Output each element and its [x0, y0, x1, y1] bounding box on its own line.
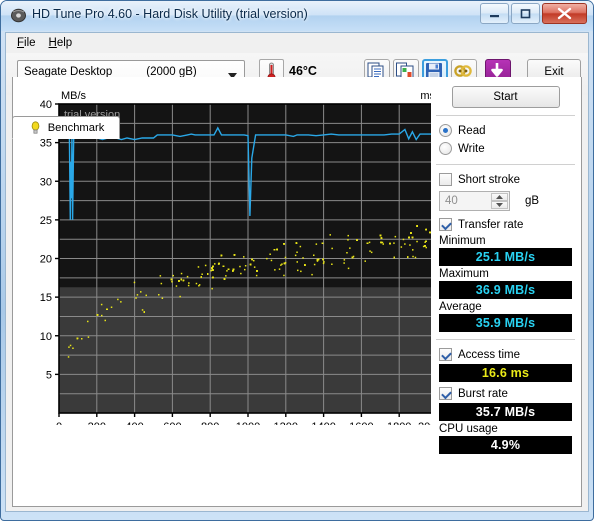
window-title: HD Tune Pro 4.60 - Hard Disk Utility (tr…	[32, 7, 308, 21]
close-button[interactable]	[542, 3, 587, 24]
svg-text:0: 0	[56, 421, 62, 425]
menu-file-rest: ile	[24, 36, 36, 49]
svg-text:15: 15	[40, 292, 52, 304]
menu-file[interactable]: File	[13, 35, 45, 51]
burst-rate-label: Burst rate	[458, 387, 508, 400]
svg-text:600: 600	[163, 421, 181, 425]
app-disk-icon	[10, 7, 27, 24]
radio-read-indicator	[439, 124, 452, 137]
svg-text:200: 200	[88, 421, 106, 425]
divider-3	[436, 339, 575, 340]
start-button[interactable]: Start	[451, 86, 560, 108]
access-time-label: Access time	[458, 348, 520, 361]
svg-text:1400: 1400	[311, 421, 335, 425]
minimum-value-box: 25.1 MB/s	[439, 248, 572, 266]
average-value-box: 35.9 MB/s	[439, 314, 572, 332]
drive-size-label: (2000 gB)	[146, 65, 197, 78]
short-stroke-size-row: 40 gB	[439, 191, 578, 211]
svg-text:2000gB: 2000gB	[418, 421, 431, 425]
menu-bar: File Help	[6, 33, 588, 53]
minimize-button[interactable]	[480, 3, 509, 24]
title-bar: HD Tune Pro 4.60 - Hard Disk Utility (tr…	[1, 1, 593, 31]
radio-write-label: Write	[458, 142, 485, 155]
tab-label: Benchmark	[47, 121, 105, 134]
svg-text:ms: ms	[420, 90, 431, 102]
maximize-button[interactable]	[511, 3, 540, 24]
divider-2	[436, 164, 575, 165]
svg-text:800: 800	[201, 421, 219, 425]
svg-text:10: 10	[40, 331, 52, 343]
maximum-value-box: 36.9 MB/s	[439, 281, 572, 299]
access-time-checkbox-indicator	[439, 348, 452, 361]
maximum-label: Maximum	[439, 268, 489, 280]
checkbox-short-stroke[interactable]: Short stroke	[439, 171, 578, 188]
divider-1	[436, 115, 575, 116]
svg-text:MB/s: MB/s	[61, 90, 87, 102]
temperature-value: 46°C	[289, 64, 317, 78]
svg-text:20: 20	[40, 254, 52, 266]
svg-text:5: 5	[46, 369, 52, 381]
menu-help-rest: elp	[56, 36, 73, 49]
svg-text:1000: 1000	[236, 421, 260, 425]
checkbox-burst-rate[interactable]: Burst rate	[439, 385, 578, 402]
bulb-icon	[28, 120, 43, 135]
svg-text:25: 25	[40, 215, 52, 227]
burst-rate-value-box: 35.7 MB/s	[439, 403, 572, 421]
cpu-usage-value: 4.9%	[490, 438, 521, 452]
access-time-value-box: 16.6 ms	[439, 364, 572, 382]
burst-rate-value: 35.7 MB/s	[475, 405, 536, 419]
benchmark-panel: MB/s ms trial version 510152025303540 51…	[12, 77, 582, 507]
radio-read[interactable]: Read	[439, 122, 578, 139]
minimum-label: Minimum	[439, 235, 486, 247]
spinner-down-icon[interactable]	[491, 201, 508, 209]
client-area: File Help Seagate Desktop (2000 gB) 46°C…	[5, 32, 589, 512]
short-stroke-size-input[interactable]: 40	[439, 191, 510, 211]
checkbox-access-time[interactable]: Access time	[439, 346, 578, 363]
short-stroke-size-value: 40	[445, 195, 458, 207]
radio-write-indicator	[439, 142, 452, 155]
cpu-usage-value-box: 4.9%	[439, 436, 572, 454]
checkbox-transfer-rate[interactable]: Transfer rate	[439, 216, 578, 233]
svg-text:400: 400	[125, 421, 143, 425]
average-value: 35.9 MB/s	[475, 316, 536, 330]
transfer-rate-label: Transfer rate	[458, 218, 524, 231]
maximum-value: 36.9 MB/s	[475, 283, 536, 297]
drive-name-label: Seagate Desktop	[24, 65, 113, 78]
minimum-value: 25.1 MB/s	[475, 250, 536, 264]
svg-text:40: 40	[40, 99, 52, 111]
access-time-value: 16.6 ms	[481, 366, 530, 380]
svg-text:30: 30	[40, 176, 52, 188]
short-stroke-unit: gB	[525, 195, 540, 207]
svg-text:1800: 1800	[387, 421, 411, 425]
radio-write[interactable]: Write	[439, 140, 578, 157]
svg-text:35: 35	[40, 138, 52, 150]
benchmark-chart: MB/s ms trial version 510152025303540 51…	[13, 77, 431, 506]
short-stroke-checkbox-indicator	[439, 173, 452, 186]
start-label: Start	[493, 91, 518, 103]
average-label: Average	[439, 301, 482, 313]
menu-help[interactable]: Help	[45, 35, 82, 51]
spinner-arrows[interactable]	[491, 193, 508, 209]
svg-text:1600: 1600	[349, 421, 373, 425]
radio-read-label: Read	[458, 124, 486, 137]
transfer-rate-checkbox-indicator	[439, 218, 452, 231]
cpu-usage-label: CPU usage	[439, 423, 498, 435]
short-stroke-label: Short stroke	[458, 173, 520, 186]
burst-rate-checkbox-indicator	[439, 387, 452, 400]
results-panel: Start Read Write Short stroke 40 gB Tran…	[433, 81, 578, 502]
app-window: HD Tune Pro 4.60 - Hard Disk Utility (tr…	[0, 0, 594, 521]
spinner-up-icon[interactable]	[491, 193, 508, 201]
tab-benchmark[interactable]: Benchmark	[12, 116, 120, 139]
svg-text:1200: 1200	[274, 421, 298, 425]
